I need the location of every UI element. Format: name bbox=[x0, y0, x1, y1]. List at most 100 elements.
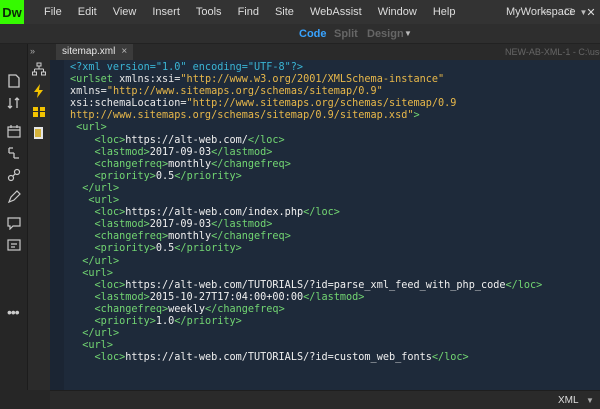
code-token-text: weekly bbox=[168, 303, 205, 315]
code-token-text: 0.5 bbox=[155, 243, 175, 255]
code-token-tag: <lastmod> bbox=[94, 219, 150, 231]
code-line[interactable]: http://www.sitemaps.org/schemas/sitemap/… bbox=[70, 110, 542, 122]
code-editor[interactable]: <?xml version="1.0" encoding="UTF-8"?> <u… bbox=[50, 60, 600, 390]
code-line[interactable]: xmlns="http://www.sitemaps.org/schemas/s… bbox=[70, 86, 542, 98]
code-line[interactable]: <changefreq>monthly</changefreq> bbox=[70, 231, 542, 243]
code-token-tag: </loc> bbox=[431, 352, 469, 364]
code-token-tag: <lastmod> bbox=[94, 146, 150, 158]
close-window-button[interactable]: ✕ bbox=[584, 0, 598, 24]
lightning-icon[interactable] bbox=[32, 84, 46, 98]
document-icon[interactable] bbox=[32, 126, 46, 140]
code-token-text: monthly bbox=[168, 158, 212, 170]
code-view-button[interactable]: Code bbox=[299, 24, 327, 44]
code-token-tag: </priority> bbox=[174, 315, 242, 327]
menu-webassist[interactable]: WebAssist bbox=[302, 0, 370, 24]
main-menu: File Edit View Insert Tools Find Site We… bbox=[36, 0, 463, 24]
code-line[interactable]: </url> bbox=[70, 183, 542, 195]
code-line[interactable]: <lastmod>2017-09-03</lastmod> bbox=[70, 219, 542, 231]
calendar-icon[interactable] bbox=[6, 124, 22, 138]
menu-file[interactable]: File bbox=[36, 0, 70, 24]
maximize-button[interactable]: □ bbox=[562, 0, 576, 24]
code-line[interactable]: <priority>0.5</priority> bbox=[70, 243, 542, 255]
code-line[interactable]: <url> bbox=[70, 122, 542, 134]
link-icon[interactable] bbox=[6, 168, 22, 182]
menu-window[interactable]: Window bbox=[370, 0, 425, 24]
code-token-val: "http://www.sitemaps.org/schemas/sitemap… bbox=[106, 86, 383, 98]
code-line[interactable]: <loc>https://alt-web.com/index.php</loc> bbox=[70, 207, 542, 219]
assets-icon[interactable] bbox=[32, 104, 46, 118]
code-line[interactable]: <lastmod>2015-10-27T17:04:00+00:00</last… bbox=[70, 292, 542, 304]
code-token-tag: <changefreq> bbox=[94, 303, 169, 315]
code-line[interactable]: <lastmod>2017-09-03</lastmod> bbox=[70, 147, 542, 159]
menu-site[interactable]: Site bbox=[267, 0, 302, 24]
panel-icon-strip bbox=[28, 56, 50, 409]
chevron-down-icon[interactable]: ▼ bbox=[586, 391, 594, 409]
code-token-text: 2015-10-27T17:04:00+00:00 bbox=[149, 291, 304, 303]
code-token-tag: <url> bbox=[88, 195, 120, 207]
left-toolbar: ••• bbox=[0, 44, 28, 409]
menu-tools[interactable]: Tools bbox=[188, 0, 230, 24]
code-token-pi: <?xml version="1.0" encoding="UTF-8"?> bbox=[70, 62, 304, 73]
pen-icon[interactable] bbox=[6, 190, 22, 204]
menu-find[interactable]: Find bbox=[230, 0, 267, 24]
code-token-tag: </changefreq> bbox=[211, 158, 291, 170]
editor-gutter bbox=[50, 60, 64, 390]
menu-help[interactable]: Help bbox=[425, 0, 464, 24]
file-path: NEW-AB-XML-1 - C:\user\project\sitemap.x… bbox=[505, 47, 600, 57]
code-token-text: https://alt-web.com/index.php bbox=[125, 207, 304, 219]
document-type-selector[interactable]: XML bbox=[558, 391, 579, 409]
code-line[interactable]: <url> bbox=[70, 195, 542, 207]
code-line[interactable]: <loc>https://alt-web.com/</loc> bbox=[70, 135, 542, 147]
code-line[interactable]: <urlset xmlns:xsi="http://www.w3.org/200… bbox=[70, 74, 542, 86]
code-token-text: 0.5 bbox=[155, 170, 175, 182]
code-line[interactable]: <url> bbox=[70, 268, 542, 280]
code-token-tag: </lastmod> bbox=[303, 291, 365, 303]
close-icon[interactable]: × bbox=[121, 44, 127, 60]
code-line[interactable]: <changefreq>monthly</changefreq> bbox=[70, 159, 542, 171]
code-line[interactable]: <priority>0.5</priority> bbox=[70, 171, 542, 183]
code-token-tag: </lastmod> bbox=[211, 146, 273, 158]
code-token-tag: </lastmod> bbox=[211, 219, 273, 231]
code-line[interactable]: <loc>https://alt-web.com/TUTORIALS/?id=c… bbox=[70, 352, 542, 364]
more-icon[interactable]: ••• bbox=[7, 304, 20, 320]
code-token-tag: <url> bbox=[76, 122, 107, 134]
code-line[interactable]: </url> bbox=[70, 256, 542, 268]
chevron-down-icon[interactable]: ▼ bbox=[404, 24, 412, 44]
chat-icon[interactable] bbox=[6, 216, 22, 231]
code-line[interactable]: </url> bbox=[70, 328, 542, 340]
split-view-button[interactable]: Split bbox=[334, 24, 358, 44]
code-token-val: "http://www.w3.org/2001/XMLSchema-instan… bbox=[180, 74, 445, 86]
menu-edit[interactable]: Edit bbox=[70, 0, 105, 24]
site-tree-icon[interactable] bbox=[32, 62, 46, 76]
code-line[interactable]: <?xml version="1.0" encoding="UTF-8"?> bbox=[70, 62, 542, 74]
code-line[interactable]: <url> bbox=[70, 340, 542, 352]
snippets-icon[interactable] bbox=[6, 238, 22, 252]
menu-view[interactable]: View bbox=[105, 0, 145, 24]
code-line[interactable]: xsi:schemaLocation="http://www.sitemaps.… bbox=[70, 98, 542, 110]
files-icon[interactable] bbox=[6, 74, 22, 88]
tab-label: sitemap.xml bbox=[62, 46, 116, 57]
collapse-panel-icon[interactable]: » bbox=[30, 46, 35, 56]
design-view-button[interactable]: Design bbox=[367, 24, 404, 44]
code-line[interactable]: <priority>1.0</priority> bbox=[70, 316, 542, 328]
sort-icon[interactable] bbox=[6, 96, 22, 110]
menu-bar: Dw File Edit View Insert Tools Find Site… bbox=[0, 0, 600, 24]
code-line[interactable]: <loc>https://alt-web.com/TUTORIALS/?id=p… bbox=[70, 280, 543, 292]
code-token-tag: <url> bbox=[82, 340, 113, 352]
code-token-tag: > bbox=[413, 110, 420, 122]
minimize-button[interactable]: – bbox=[540, 0, 554, 24]
code-line[interactable]: <changefreq>weekly</changefreq> bbox=[70, 304, 542, 316]
menu-insert[interactable]: Insert bbox=[144, 0, 188, 24]
code-content[interactable]: <?xml version="1.0" encoding="UTF-8"?> <u… bbox=[70, 62, 542, 364]
tab-sitemap-xml[interactable]: sitemap.xml × bbox=[56, 44, 134, 60]
code-navigator-icon[interactable] bbox=[6, 146, 22, 160]
